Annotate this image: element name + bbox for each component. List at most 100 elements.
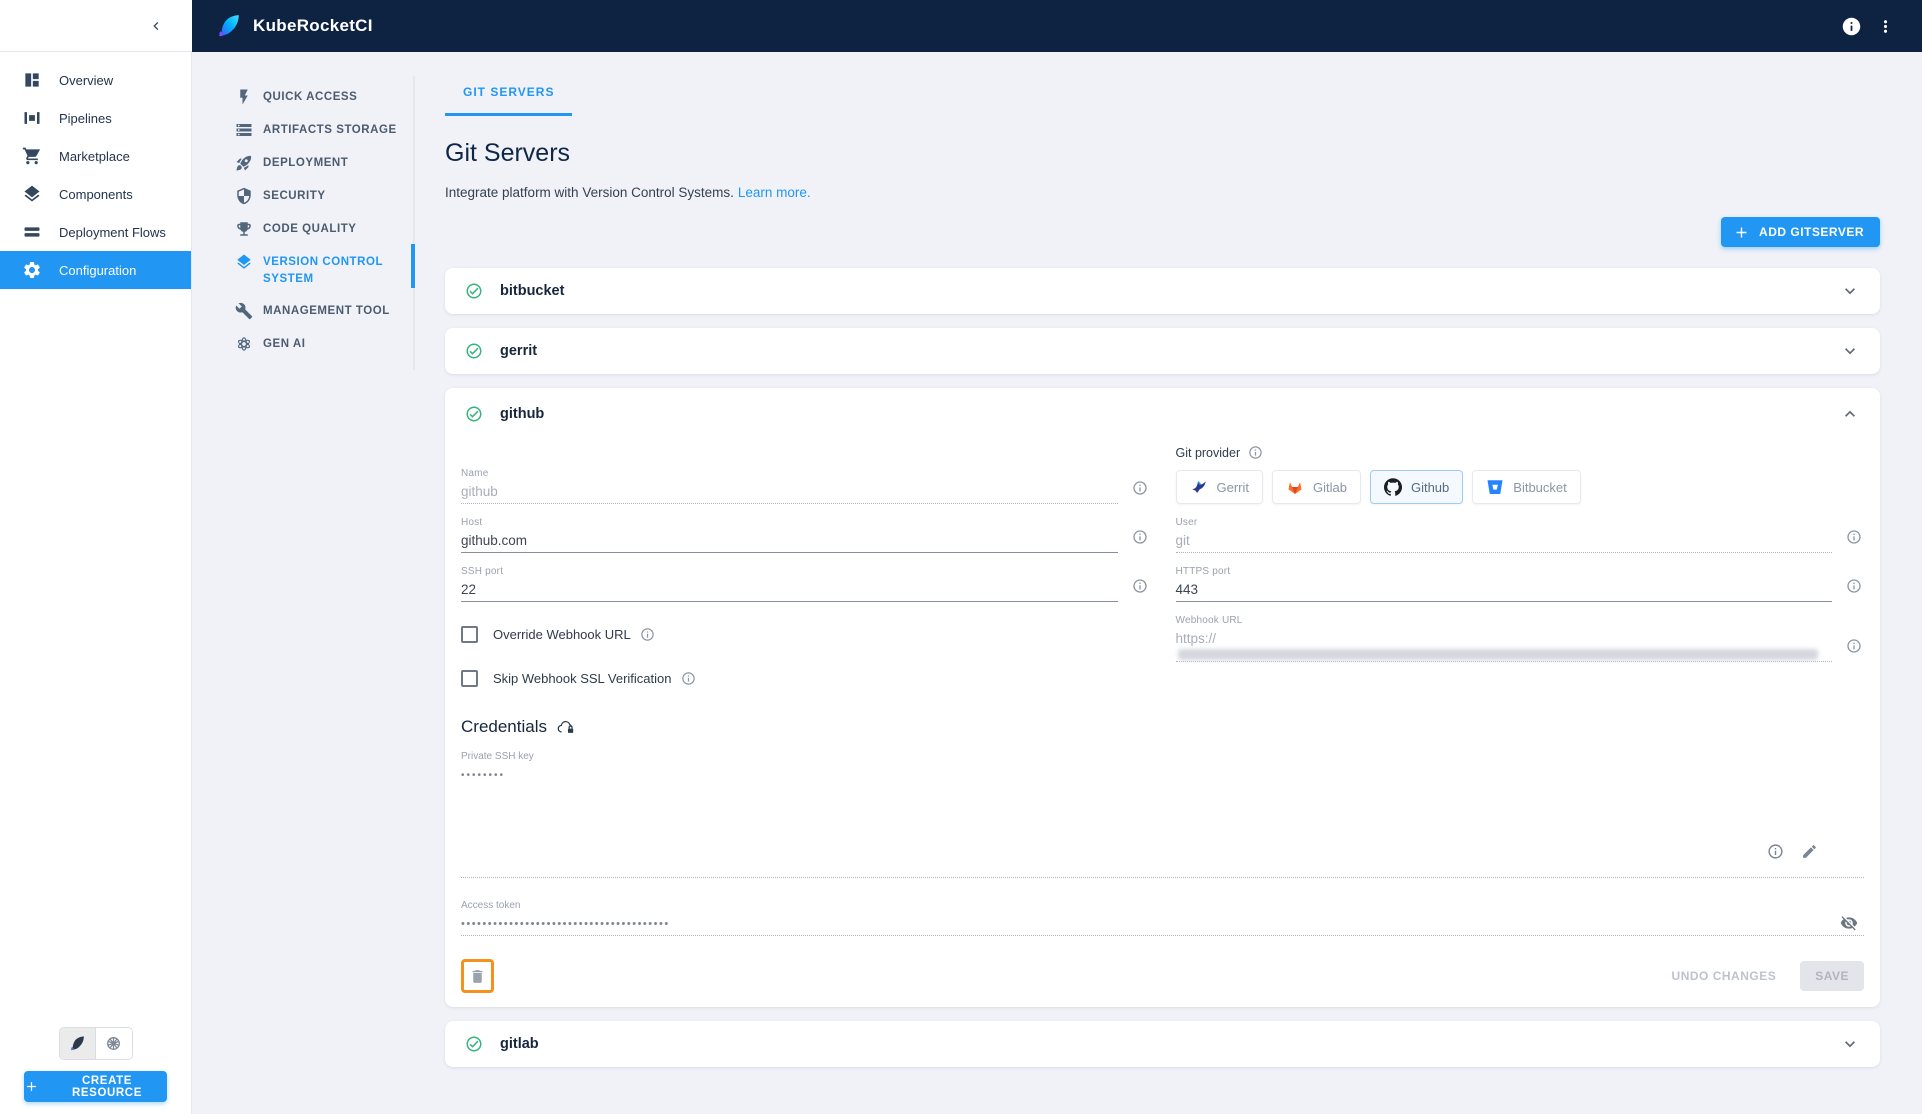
accordion-header-gerrit[interactable]: gerrit <box>445 328 1880 374</box>
page-title: Git Servers <box>445 139 571 167</box>
pipelines-icon <box>22 108 42 128</box>
override-webhook-row: Override Webhook URL <box>461 626 1150 643</box>
access-token-field: Access token •••••••••••••••••••••••••••… <box>461 900 1864 936</box>
confignav-item-deployment[interactable]: DEPLOYMENT <box>192 147 415 180</box>
confignav-item-artifacts-storage[interactable]: ARTIFACTS STORAGE <box>192 114 415 147</box>
webhook-url-value: https:// <box>1176 631 1833 661</box>
sidebar-item-components[interactable]: Components <box>0 175 191 213</box>
info-icon[interactable] <box>640 627 656 643</box>
confignav-item-gen-ai[interactable]: GEN AI <box>192 328 415 361</box>
accordion-header-bitbucket[interactable]: bitbucket <box>445 268 1880 314</box>
collapse-left-icon[interactable] <box>144 14 168 38</box>
ssh-port-field[interactable]: SSH port 22 <box>461 553 1150 602</box>
add-gitserver-button[interactable]: ADD GITSERVER <box>1721 217 1880 247</box>
bitbucket-icon <box>1486 478 1504 496</box>
accordion-header-gitlab[interactable]: gitlab <box>445 1021 1880 1067</box>
info-icon[interactable] <box>1846 529 1862 545</box>
sidebar-item-deployment-flows[interactable]: Deployment Flows <box>0 213 191 251</box>
ssh-port-value[interactable]: 22 <box>461 582 1118 601</box>
provider-option-gitlab[interactable]: Gitlab <box>1272 470 1361 504</box>
private-ssh-key-label: Private SSH key <box>461 751 534 762</box>
info-icon[interactable] <box>681 671 697 687</box>
sidebar-item-pipelines[interactable]: Pipelines <box>0 99 191 137</box>
confignav-divider <box>413 76 415 370</box>
gitserver-card-gitlab: gitlab <box>445 1021 1880 1067</box>
sidebar: Overview Pipelines Marketplace Component… <box>0 52 192 1114</box>
quick-access-bolt-icon <box>235 88 253 106</box>
gitserver-name: github <box>500 406 545 422</box>
webhook-url-masked-value <box>1177 648 1818 660</box>
credentials-section-title: Credentials <box>461 717 1864 737</box>
appbar: KubeRocketCI <box>192 0 1922 52</box>
chevron-down-icon[interactable] <box>1840 1034 1860 1054</box>
host-field[interactable]: Host github.com <box>461 504 1150 553</box>
eye-off-icon[interactable] <box>1840 914 1858 932</box>
confignav-item-version-control-system[interactable]: VERSION CONTROL SYSTEM <box>192 246 415 295</box>
page-subtitle: Integrate platform with Version Control … <box>445 185 811 200</box>
kebab-menu-icon[interactable] <box>1868 9 1902 43</box>
save-button[interactable]: SAVE <box>1800 961 1864 991</box>
learn-more-link[interactable]: Learn more. <box>738 185 811 200</box>
sidebar-item-marketplace[interactable]: Marketplace <box>0 137 191 175</box>
info-icon[interactable] <box>1132 529 1148 545</box>
check-circle-icon <box>465 282 483 300</box>
info-icon[interactable] <box>1132 480 1148 496</box>
override-webhook-checkbox[interactable] <box>461 626 478 643</box>
confignav-item-quick-access[interactable]: QUICK ACCESS <box>192 81 415 114</box>
chevron-up-icon[interactable] <box>1840 404 1860 424</box>
app-title: KubeRocketCI <box>253 16 373 35</box>
provider-option-github[interactable]: Github <box>1369 470 1464 504</box>
pencil-icon[interactable] <box>1801 843 1818 860</box>
create-resource-button[interactable]: CREATE RESOURCE <box>24 1071 167 1102</box>
info-icon[interactable] <box>1834 9 1868 43</box>
https-port-value[interactable]: 443 <box>1176 582 1833 601</box>
https-port-label: HTTPS port <box>1175 566 1231 577</box>
confignav-active-indicator <box>411 244 415 288</box>
confignav-item-security[interactable]: SECURITY <box>192 180 415 213</box>
confignav-item-management-tool[interactable]: MANAGEMENT TOOL <box>192 295 415 328</box>
access-token-label: Access token <box>461 900 521 911</box>
sidebar-item-configuration[interactable]: Configuration <box>0 251 191 289</box>
name-label: Name <box>461 468 489 479</box>
skip-ssl-row: Skip Webhook SSL Verification <box>461 670 1150 687</box>
app-logo: KubeRocketCI <box>216 13 373 39</box>
plus-icon <box>1733 224 1750 241</box>
kuberocketci-view-toggle[interactable] <box>59 1028 96 1059</box>
main-content: GIT SERVERS Git Servers Integrate platfo… <box>415 52 1922 1114</box>
gitserver-card-gerrit: gerrit <box>445 328 1880 374</box>
chevron-down-icon[interactable] <box>1840 341 1860 361</box>
overview-icon <box>22 70 42 90</box>
gitserver-name: bitbucket <box>500 283 565 299</box>
info-icon[interactable] <box>1846 578 1862 594</box>
info-icon[interactable] <box>1132 578 1148 594</box>
tab-git-servers[interactable]: GIT SERVERS <box>445 71 573 116</box>
kubernetes-view-toggle[interactable] <box>95 1028 132 1059</box>
check-circle-icon <box>465 1035 483 1053</box>
marketplace-cart-icon <box>22 146 42 166</box>
info-icon[interactable] <box>1846 638 1862 654</box>
delete-gitserver-button[interactable] <box>461 959 494 993</box>
accordion-header-github[interactable]: github <box>445 388 1880 436</box>
deployment-flows-icon <box>22 222 42 242</box>
provider-option-gerrit[interactable]: Gerrit <box>1175 470 1263 504</box>
quill-icon <box>69 1035 86 1052</box>
configuration-nav: QUICK ACCESS ARTIFACTS STORAGE DEPLOYMEN… <box>192 52 415 1114</box>
skip-ssl-checkbox[interactable] <box>461 670 478 687</box>
vcs-layers-icon <box>235 253 253 271</box>
host-value[interactable]: github.com <box>461 533 1118 552</box>
info-icon[interactable] <box>1248 445 1264 461</box>
code-quality-trophy-icon <box>235 220 253 238</box>
sidebar-item-overview[interactable]: Overview <box>0 61 191 99</box>
https-port-field[interactable]: HTTPS port 443 <box>1175 553 1865 602</box>
info-icon[interactable] <box>1767 843 1784 860</box>
chevron-down-icon[interactable] <box>1840 281 1860 301</box>
form-actions: UNDO CHANGES SAVE <box>461 959 1864 993</box>
git-provider-label: Git provider <box>1175 446 1241 460</box>
check-circle-icon <box>465 405 483 423</box>
quill-logo-icon <box>216 13 242 39</box>
provider-option-bitbucket[interactable]: Bitbucket <box>1472 470 1581 504</box>
undo-changes-button[interactable]: UNDO CHANGES <box>1672 969 1777 983</box>
confignav-item-code-quality[interactable]: CODE QUALITY <box>192 213 415 246</box>
webhook-url-label: Webhook URL <box>1175 615 1243 626</box>
private-ssh-key-field: Private SSH key •••••••• <box>461 751 1864 878</box>
